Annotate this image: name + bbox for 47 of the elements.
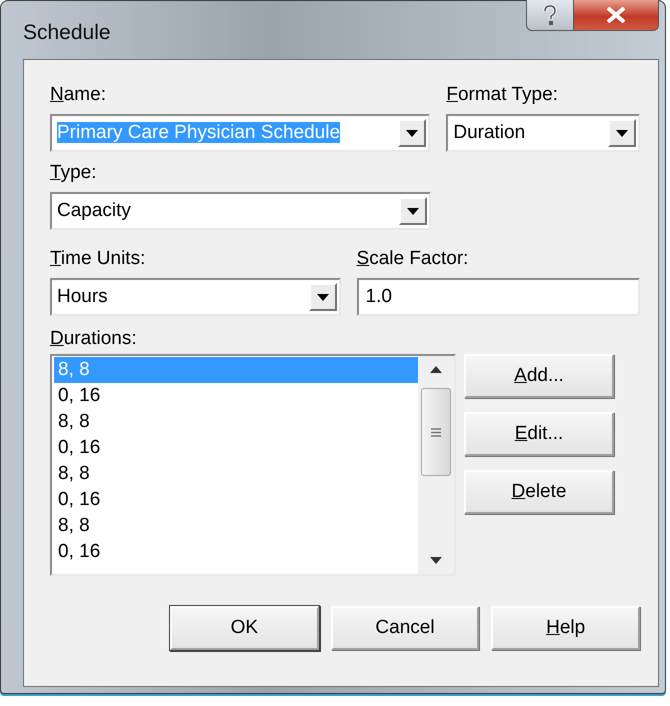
dropdown-button[interactable] [308, 283, 336, 311]
list-item[interactable]: 0, 16 [54, 539, 418, 565]
grip-icon [431, 428, 441, 436]
field-label: Format Type: [446, 83, 559, 107]
field-label: Name: [50, 83, 107, 107]
list-item[interactable]: 0, 16 [54, 435, 418, 461]
scroll-up-icon[interactable] [430, 366, 442, 373]
field-value: 1.0 [366, 286, 392, 307]
field-value: Capacity [57, 200, 131, 221]
window-title: Schedule [23, 21, 111, 45]
caret-icon [406, 130, 418, 136]
field-label: Time Units: [50, 247, 146, 271]
dropdown-button[interactable] [398, 119, 426, 147]
field-label: Type: [50, 161, 98, 185]
field-value: Primary Care Physician Schedule [57, 122, 340, 143]
caret-icon [316, 294, 328, 300]
scrollbar[interactable] [418, 356, 454, 574]
close-button[interactable] [574, 0, 659, 31]
input-field[interactable]: 1.0 [356, 278, 640, 316]
dropdown-field[interactable]: Duration [446, 114, 640, 152]
dropdown-field[interactable]: Hours [50, 278, 340, 316]
help-button[interactable] [526, 0, 574, 31]
field-label: Scale Factor: [356, 247, 470, 271]
dialog-button[interactable]: Help [491, 606, 640, 650]
list-action-button[interactable]: Add... [464, 354, 614, 398]
dialog-button[interactable]: OK [170, 606, 319, 650]
list-item[interactable]: 8, 8 [54, 461, 418, 487]
field-value: Duration [453, 122, 526, 143]
list-item[interactable]: 0, 16 [54, 487, 418, 513]
dropdown-button[interactable] [608, 119, 636, 147]
field-value: Hours [57, 286, 108, 307]
scroll-thumb[interactable] [421, 388, 451, 476]
dropdown-button[interactable] [399, 197, 427, 225]
help-icon [543, 5, 557, 25]
close-icon [606, 7, 626, 23]
scroll-down-icon[interactable] [430, 557, 442, 564]
list-item[interactable]: 0, 16 [54, 383, 418, 409]
durations-list[interactable]: 8, 8 0, 16 8, 8 0, 16 8, 8 0, 16 8, 8 0, 16 [50, 354, 456, 576]
list-label: Durations: [50, 327, 138, 351]
caret-icon [616, 130, 628, 136]
dropdown-field[interactable]: Capacity [50, 192, 431, 230]
list-item[interactable]: 8, 8 [54, 513, 418, 539]
dialog-button[interactable]: Cancel [330, 606, 480, 650]
list-action-button[interactable]: Edit... [464, 412, 614, 456]
list-action-button[interactable]: Delete [464, 470, 614, 514]
caret-icon [407, 208, 419, 214]
list-item[interactable]: 8, 8 [54, 409, 418, 435]
